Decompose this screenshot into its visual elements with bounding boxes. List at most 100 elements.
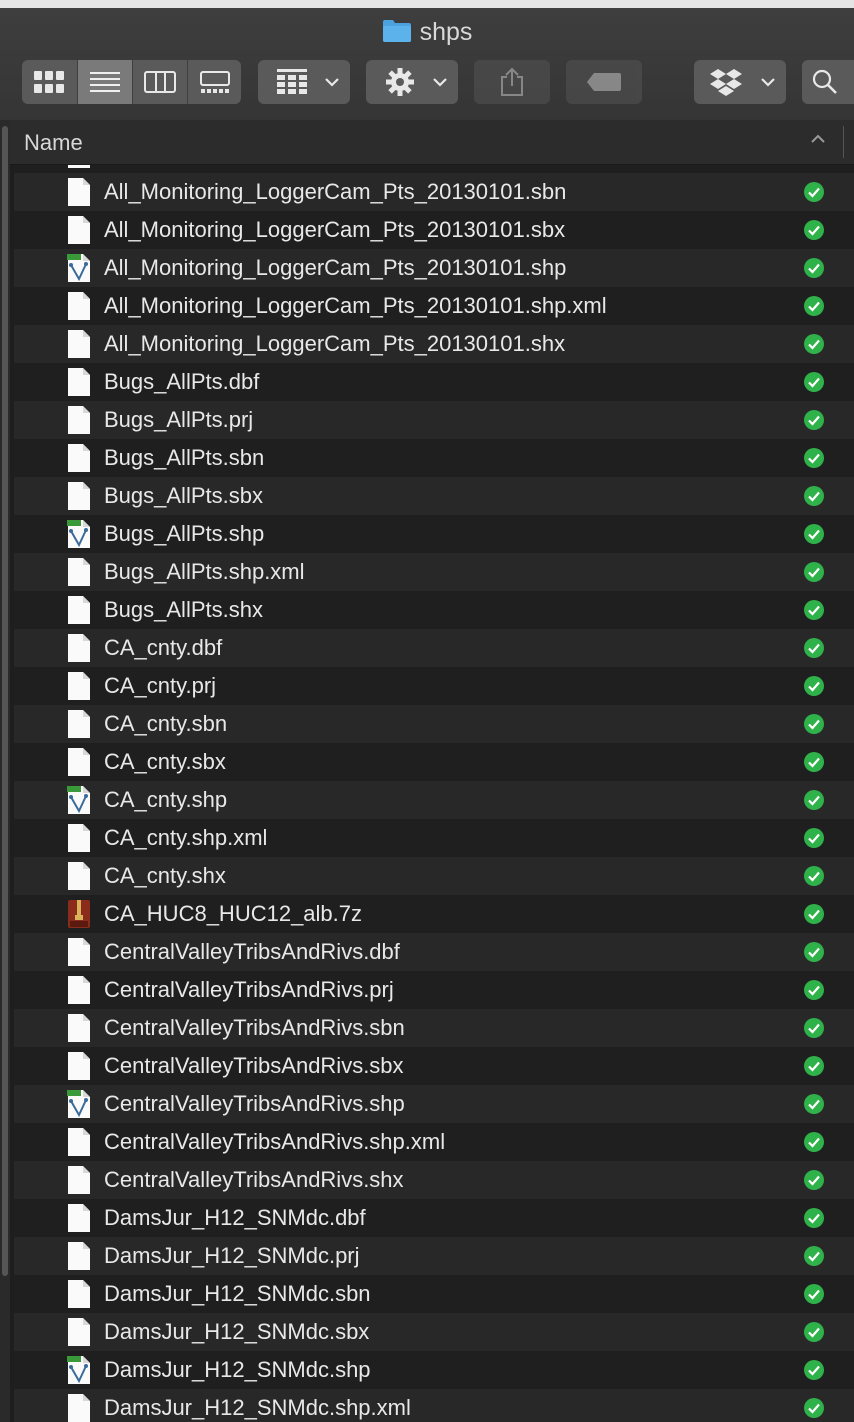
document-icon xyxy=(68,165,90,168)
file-row[interactable]: CA_cnty.shp xyxy=(14,781,854,819)
view-mode-control xyxy=(22,60,241,104)
file-row[interactable]: Bugs_AllPts.sbx xyxy=(14,477,854,515)
file-name: CA_cnty.shx xyxy=(104,863,226,888)
file-list: All_Monitoring_LoggerCam_Pts_20130101.sb… xyxy=(14,165,854,1422)
file-row[interactable]: DamsJur_H12_SNMdc.sbx xyxy=(14,1313,854,1351)
file-row[interactable]: All_Monitoring_LoggerCam_Pts_20130101.sb… xyxy=(14,173,854,211)
file-row[interactable]: Bugs_AllPts.prj xyxy=(14,401,854,439)
file-row[interactable]: DamsJur_H12_SNMdc.shp xyxy=(14,1351,854,1389)
file-row[interactable]: CA_cnty.shp.xml xyxy=(14,819,854,857)
list-header: Name xyxy=(0,120,854,165)
file-row[interactable]: CA_cnty.dbf xyxy=(14,629,854,667)
file-name: DamsJur_H12_SNMdc.shp.xml xyxy=(104,1395,411,1420)
file-name: All_Monitoring_LoggerCam_Pts_20130101.sb… xyxy=(104,217,566,242)
menu-strip xyxy=(0,0,854,8)
scrollbar-thumb[interactable] xyxy=(2,126,8,1276)
search-field[interactable] xyxy=(802,60,854,104)
file-name: Bugs_AllPts.shx xyxy=(104,597,263,622)
file-name: All_Monitoring_LoggerCam_Pts_20130101.sh… xyxy=(104,255,567,280)
file-row[interactable]: CA_cnty.shx xyxy=(14,857,854,895)
list-item-partial xyxy=(14,165,854,173)
folder-icon xyxy=(382,19,412,50)
window-title: shps xyxy=(0,18,854,50)
file-row[interactable]: DamsJur_H12_SNMdc.shp.xml xyxy=(14,1389,854,1422)
file-name: CA_cnty.prj xyxy=(104,673,217,698)
name-column-header[interactable]: Name xyxy=(24,130,83,156)
file-row[interactable]: All_Monitoring_LoggerCam_Pts_20130101.sh… xyxy=(14,287,854,325)
file-name: DamsJur_H12_SNMdc.prj xyxy=(104,1243,360,1268)
file-row[interactable]: Bugs_AllPts.shx xyxy=(14,591,854,629)
file-row[interactable]: All_Monitoring_LoggerCam_Pts_20130101.sh… xyxy=(14,325,854,363)
chevron-up-icon[interactable] xyxy=(810,132,826,150)
file-row[interactable]: CA_cnty.prj xyxy=(14,667,854,705)
file-row[interactable]: All_Monitoring_LoggerCam_Pts_20130101.sb… xyxy=(14,211,854,249)
file-row[interactable]: Bugs_AllPts.dbf xyxy=(14,363,854,401)
file-name: Bugs_AllPts.shp xyxy=(104,521,265,546)
file-name: CentralValleyTribsAndRivs.shp.xml xyxy=(104,1129,446,1154)
action-button[interactable] xyxy=(366,60,458,104)
list-view-button[interactable] xyxy=(77,60,132,104)
icon-view-button[interactable] xyxy=(22,60,76,104)
search-icon xyxy=(812,69,837,94)
icon-view-icon xyxy=(34,71,64,93)
file-row[interactable]: Bugs_AllPts.sbn xyxy=(14,439,854,477)
file-name: CentralValleyTribsAndRivs.shp xyxy=(104,1091,405,1116)
vertical-scrollbar[interactable] xyxy=(0,120,10,1422)
gallery-view-button[interactable] xyxy=(187,60,242,104)
finder-window: shps Name All_Monitoring_LoggerCam_Pts_2… xyxy=(0,0,854,1422)
file-name: DamsJur_H12_SNMdc.shp xyxy=(104,1357,371,1382)
tag-icon xyxy=(587,73,621,91)
file-name: Bugs_AllPts.dbf xyxy=(104,369,260,394)
file-row[interactable]: Bugs_AllPts.shp.xml xyxy=(14,553,854,591)
file-name: CA_cnty.sbn xyxy=(104,711,228,736)
gear-icon xyxy=(386,68,414,96)
file-row[interactable]: DamsJur_H12_SNMdc.dbf xyxy=(14,1199,854,1237)
file-name: All_Monitoring_LoggerCam_Pts_20130101.sh… xyxy=(104,331,566,356)
tag-button[interactable] xyxy=(566,60,642,104)
column-separator xyxy=(843,126,844,158)
file-row[interactable]: CentralValleyTribsAndRivs.sbn xyxy=(14,1009,854,1047)
file-name: CA_HUC8_HUC12_alb.7z xyxy=(104,901,363,926)
window-title-text: shps xyxy=(419,18,473,46)
group-icon xyxy=(277,69,307,94)
file-row[interactable]: CA_HUC8_HUC12_alb.7z xyxy=(14,895,854,933)
file-name: CA_cnty.shp xyxy=(104,787,228,812)
column-view-icon xyxy=(144,71,176,93)
file-row[interactable]: CentralValleyTribsAndRivs.shp.xml xyxy=(14,1123,854,1161)
file-name: Bugs_AllPts.prj xyxy=(104,407,254,432)
file-row[interactable]: DamsJur_H12_SNMdc.prj xyxy=(14,1237,854,1275)
file-name: CentralValleyTribsAndRivs.sbn xyxy=(104,1015,405,1040)
file-name: Bugs_AllPts.sbn xyxy=(104,445,265,470)
group-button[interactable] xyxy=(258,60,350,104)
file-row[interactable]: Bugs_AllPts.shp xyxy=(14,515,854,553)
dropbox-icon xyxy=(710,69,742,96)
gallery-view-icon xyxy=(200,71,230,93)
file-row[interactable]: CentralValleyTribsAndRivs.prj xyxy=(14,971,854,1009)
file-name: DamsJur_H12_SNMdc.sbn xyxy=(104,1281,371,1306)
file-row[interactable]: CentralValleyTribsAndRivs.sbx xyxy=(14,1047,854,1085)
file-name: CA_cnty.dbf xyxy=(104,635,223,660)
chevron-down-icon xyxy=(433,78,447,87)
file-row[interactable]: CA_cnty.sbx xyxy=(14,743,854,781)
toolbar: shps xyxy=(0,8,854,121)
share-button[interactable] xyxy=(474,60,550,104)
file-name: CentralValleyTribsAndRivs.shx xyxy=(104,1167,404,1192)
file-name: CentralValleyTribsAndRivs.sbx xyxy=(104,1053,404,1078)
file-row[interactable]: CA_cnty.sbn xyxy=(14,705,854,743)
file-name: CA_cnty.sbx xyxy=(104,749,226,774)
file-name: All_Monitoring_LoggerCam_Pts_20130101.sb… xyxy=(104,179,567,204)
list-view-icon xyxy=(90,72,120,92)
chevron-down-icon xyxy=(761,78,775,87)
file-row[interactable]: DamsJur_H12_SNMdc.sbn xyxy=(14,1275,854,1313)
file-row[interactable]: CentralValleyTribsAndRivs.dbf xyxy=(14,933,854,971)
file-name: All_Monitoring_LoggerCam_Pts_20130101.sh… xyxy=(104,293,607,318)
file-row[interactable]: CentralValleyTribsAndRivs.shx xyxy=(14,1161,854,1199)
file-row[interactable]: CentralValleyTribsAndRivs.shp xyxy=(14,1085,854,1123)
file-name: Bugs_AllPts.shp.xml xyxy=(104,559,305,584)
file-name: CA_cnty.shp.xml xyxy=(104,825,268,850)
dropbox-button[interactable] xyxy=(694,60,786,104)
file-name: DamsJur_H12_SNMdc.dbf xyxy=(104,1205,366,1230)
file-row[interactable]: All_Monitoring_LoggerCam_Pts_20130101.sh… xyxy=(14,249,854,287)
column-view-button[interactable] xyxy=(132,60,187,104)
file-name: DamsJur_H12_SNMdc.sbx xyxy=(104,1319,370,1344)
